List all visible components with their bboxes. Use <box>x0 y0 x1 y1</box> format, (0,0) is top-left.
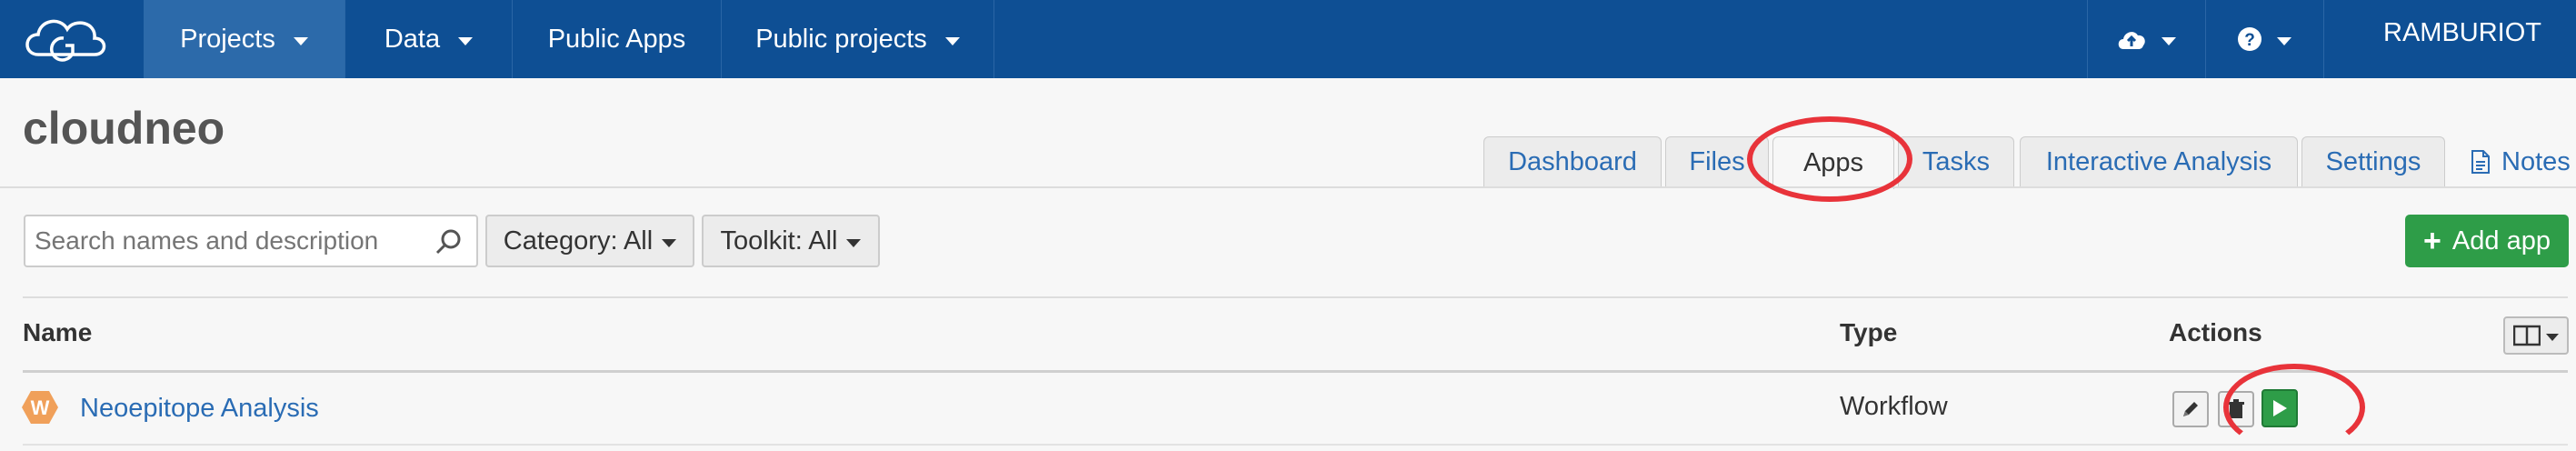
delete-button[interactable] <box>2218 391 2254 427</box>
cloud-upload-icon <box>2118 32 2145 49</box>
workflow-badge-letter: W <box>31 396 50 419</box>
filter-divider <box>23 296 2568 298</box>
tab-label: Tasks <box>1922 147 1991 176</box>
tab-label: Settings <box>2325 147 2421 176</box>
nav-data-label: Data <box>384 24 441 54</box>
tab-files[interactable]: Files <box>1665 136 1769 187</box>
nav-data[interactable]: Data <box>345 0 513 78</box>
nav-projects-label: Projects <box>180 24 275 54</box>
app-type: Workflow <box>1840 392 1948 421</box>
category-filter-label: Category: All <box>503 226 654 256</box>
column-toggle-button[interactable] <box>2503 316 2569 355</box>
workflow-badge-icon: W <box>22 391 58 424</box>
nav-public-apps[interactable]: Public Apps <box>513 0 722 78</box>
chevron-down-icon <box>846 238 862 247</box>
toolkit-filter-dropdown[interactable]: Toolkit: All <box>702 215 880 267</box>
column-header-actions: Actions <box>2169 318 2262 346</box>
chevron-down-icon <box>2162 36 2176 45</box>
nav-projects[interactable]: Projects <box>144 0 345 78</box>
chevron-down-icon <box>2277 36 2291 45</box>
plus-icon: + <box>2423 223 2441 258</box>
svg-text:?: ? <box>2244 31 2255 50</box>
page-title: cloudneo <box>23 103 225 154</box>
tab-tasks[interactable]: Tasks <box>1898 136 2014 187</box>
top-navbar: Projects Data Public Apps Public project… <box>0 0 2576 78</box>
category-filter-dropdown[interactable]: Category: All <box>485 215 694 267</box>
chevron-down-icon <box>944 36 960 45</box>
tab-interactive-analysis[interactable]: Interactive Analysis <box>2020 136 2298 187</box>
tab-apps[interactable]: Apps <box>1772 136 1894 189</box>
tabs-divider <box>0 186 2576 188</box>
tab-label: Files <box>1689 147 1745 176</box>
column-header-name[interactable]: Name <box>23 318 92 347</box>
tab-label: Interactive Analysis <box>2045 147 2272 176</box>
chevron-down-icon <box>2546 334 2559 341</box>
table-header-divider <box>23 370 2568 373</box>
add-app-label: Add app <box>2451 226 2551 256</box>
tab-dashboard[interactable]: Dashboard <box>1483 136 1662 187</box>
tab-label: Apps <box>1802 148 1864 177</box>
run-button[interactable] <box>2261 389 2298 427</box>
notes-label: Notes <box>2501 146 2571 176</box>
user-menu[interactable]: RAMBURIOT <box>2323 0 2576 78</box>
question-circle-icon: ? <box>2238 27 2261 51</box>
nav-public-projects[interactable]: Public projects <box>722 0 994 78</box>
notes-link[interactable]: Notes <box>2471 136 2571 187</box>
user-name: RAMBURIOT <box>2383 18 2541 47</box>
trash-icon <box>2228 399 2244 418</box>
tab-label: Dashboard <box>1508 147 1637 176</box>
pencil-icon <box>2183 402 2198 416</box>
nav-public-apps-label: Public Apps <box>547 24 686 54</box>
help-menu[interactable]: ? <box>2205 0 2323 78</box>
search-icon[interactable] <box>434 227 464 256</box>
logo-icon[interactable] <box>18 7 118 71</box>
add-app-button[interactable]: + Add app <box>2405 215 2569 267</box>
app-name-link[interactable]: Neoepitope Analysis <box>80 394 319 424</box>
column-header-type[interactable]: Type <box>1840 318 1897 347</box>
row-divider <box>23 444 2568 446</box>
chevron-down-icon <box>458 36 474 45</box>
search-input[interactable] <box>24 215 478 267</box>
chevron-down-icon <box>662 238 677 247</box>
toolkit-filter-label: Toolkit: All <box>720 226 838 256</box>
columns-icon <box>2513 325 2541 346</box>
chevron-down-icon <box>293 36 308 45</box>
play-icon <box>2273 400 2287 416</box>
document-icon <box>2471 150 2490 174</box>
edit-button[interactable] <box>2172 391 2209 427</box>
tab-settings[interactable]: Settings <box>2301 136 2445 187</box>
upload-menu[interactable] <box>2087 0 2205 78</box>
nav-public-projects-label: Public projects <box>755 24 927 54</box>
